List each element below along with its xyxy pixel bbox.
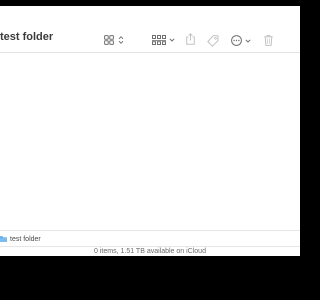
tag-icon: [207, 35, 219, 47]
icon-grid-view-icon: [104, 35, 114, 45]
status-bar: 0 items, 1.51 TB available on iCloud: [0, 246, 300, 256]
up-down-chevron-icon: [118, 35, 124, 45]
file-list-area[interactable]: [0, 53, 300, 230]
share-icon: [186, 33, 195, 45]
action-menu-button[interactable]: [231, 35, 251, 46]
finder-window: test folder test folder 0 items, 1.51 TB…: [0, 6, 300, 256]
status-text: 0 items, 1.51 TB available on iCloud: [94, 248, 206, 255]
path-item-label: test folder: [10, 235, 41, 243]
delete-button[interactable]: [264, 35, 273, 46]
view-options-button[interactable]: [104, 35, 124, 45]
window-title: test folder: [0, 31, 54, 43]
toolbar: test folder: [0, 6, 300, 53]
tag-button[interactable]: [207, 35, 219, 47]
chevron-down-icon: [245, 38, 251, 43]
group-by-icon: [152, 35, 166, 45]
trash-icon: [264, 35, 273, 46]
path-item-test-folder[interactable]: test folder: [0, 236, 41, 243]
group-button[interactable]: [152, 35, 175, 45]
ellipsis-circle-icon: [231, 35, 242, 46]
path-bar: test folder: [0, 230, 300, 247]
folder-icon: [0, 236, 7, 242]
share-button[interactable]: [186, 33, 195, 45]
chevron-down-icon: [169, 38, 175, 42]
